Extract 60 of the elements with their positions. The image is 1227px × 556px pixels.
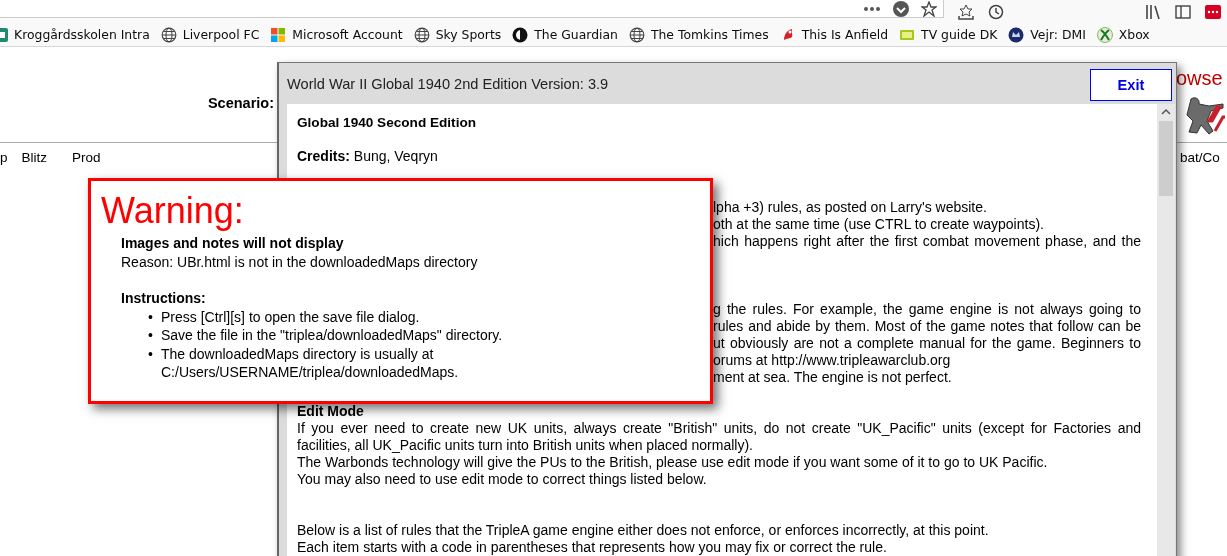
sidebar-icon[interactable] bbox=[1175, 4, 1191, 19]
x-logo-icon bbox=[1096, 26, 1113, 43]
notes-paragraph: You may also need to use edit mode to correct things listed below. bbox=[297, 471, 708, 488]
bookmark-link[interactable]: Kroggårdsskolen Intra bbox=[0, 24, 150, 45]
notes-text-line: orums at http://www.tripleawarclub.org bbox=[713, 352, 952, 369]
notes-text-line: g the rules. For example, the game engine is not always going to bbox=[713, 301, 1141, 318]
bookmark-link[interactable]: Liverpool FC bbox=[160, 24, 260, 45]
notes-title: Global 1940 Second Edition bbox=[297, 114, 478, 131]
scrollbar-thumb[interactable] bbox=[1159, 121, 1173, 196]
notes-paragraph: If you ever need to create new UK units, always create "British" units, do not create "UK_Pacific" units (except for Factories and facilities, all UK_Pacific units turn into British units when placed normally). bbox=[297, 420, 1141, 454]
instruction-item: Save the file in the "triplea/downloadedMaps" directory. bbox=[161, 326, 503, 345]
notes-text-line: oth at the same time (use CTRL to create waypoints). bbox=[713, 216, 1045, 233]
pocket-icon[interactable] bbox=[893, 0, 909, 17]
notes-paragraph: Credits: Bung, Veqryn bbox=[297, 148, 439, 165]
extension-icon[interactable] bbox=[1205, 4, 1221, 19]
bullet: • bbox=[148, 307, 154, 326]
bookmark-link[interactable]: The Tomkins Times bbox=[628, 24, 769, 45]
history-icon[interactable] bbox=[988, 3, 1004, 20]
bullet: • bbox=[148, 344, 154, 364]
notes-text-line: ut obviously are not a complete manual for the game. Beginners to bbox=[713, 335, 1141, 352]
page-heading: owse bbox=[1176, 66, 1223, 91]
instructions-heading: Instructions: bbox=[121, 289, 207, 308]
bullet: • bbox=[148, 326, 154, 345]
bookmark-link[interactable]: Xbox bbox=[1096, 24, 1150, 45]
notes-text-line: lpha +3) rules, as posted on Larry's website. bbox=[713, 199, 988, 216]
star-icon[interactable] bbox=[921, 0, 937, 17]
bookmark-link[interactable]: Microsoft Account bbox=[270, 24, 403, 45]
bookmark-link[interactable]: Vejr: DMI bbox=[1008, 24, 1086, 45]
crown-icon bbox=[1008, 26, 1025, 43]
warning-title: Warning: bbox=[101, 191, 245, 231]
globe-icon bbox=[413, 26, 430, 43]
notes-text-line: rules and abide by them. Most of the game notes that follow can be bbox=[713, 318, 1141, 335]
notes-text-line: ment at sea. The engine is not perfect. bbox=[713, 369, 953, 386]
notes-paragraph: Below is a list of rules that the TripleA game engine either does not enforce, or enforces incorrectly, at this point. bbox=[297, 522, 990, 539]
more-icon[interactable] bbox=[863, 5, 881, 12]
menu-tab[interactable]: bat/Co bbox=[1180, 150, 1220, 165]
globe-icon bbox=[160, 26, 177, 43]
scenario-label: Scenario: bbox=[207, 95, 274, 111]
menu-tab[interactable]: Prod bbox=[72, 150, 101, 165]
exit-button[interactable]: Exit bbox=[1090, 68, 1172, 101]
windows-logo-icon bbox=[270, 26, 287, 43]
dialog-title: World War II Global 1940 2nd Edition Version: 3.9 bbox=[287, 75, 609, 92]
warning-reason: Reason: UBr.html is not in the downloadedMaps directory bbox=[121, 252, 479, 271]
library-icon[interactable] bbox=[1145, 4, 1161, 19]
instruction-item: The downloadedMaps directory is usually at C:/Users/USERNAME/triplea/downloadedMaps. bbox=[161, 344, 460, 382]
section-heading: Edit Mode bbox=[297, 403, 365, 420]
download-tray-icon[interactable] bbox=[958, 3, 974, 20]
menu-tab[interactable]: Blitz bbox=[21, 150, 48, 165]
notes-paragraph: The Warbonds technology will give the PUs to the British, please use edit mode if you want some of it to go to UK Pacific. bbox=[297, 454, 1049, 471]
menu-tab[interactable]: p bbox=[0, 150, 8, 165]
globe-icon bbox=[628, 26, 645, 43]
bookmark-link[interactable]: This Is Anfield bbox=[779, 24, 889, 45]
scroll-up-icon[interactable] bbox=[1161, 108, 1171, 116]
bookmark-link[interactable]: The Guardian bbox=[512, 24, 618, 45]
warning-heading: Images and notes will not display bbox=[121, 234, 345, 253]
bookmark-link[interactable]: Sky Sports bbox=[413, 24, 502, 45]
notes-paragraph: Each item starts with a code in parentheses that represents how you may fix or correct the rule. bbox=[297, 539, 888, 556]
notes-text-line: hich happens right after the first combat movement phase, and the bbox=[713, 233, 1141, 250]
instruction-item: Press [Ctrl][s] to open the save file dialog. bbox=[161, 307, 420, 326]
bookmark-link[interactable]: TV guide DK bbox=[899, 24, 998, 45]
